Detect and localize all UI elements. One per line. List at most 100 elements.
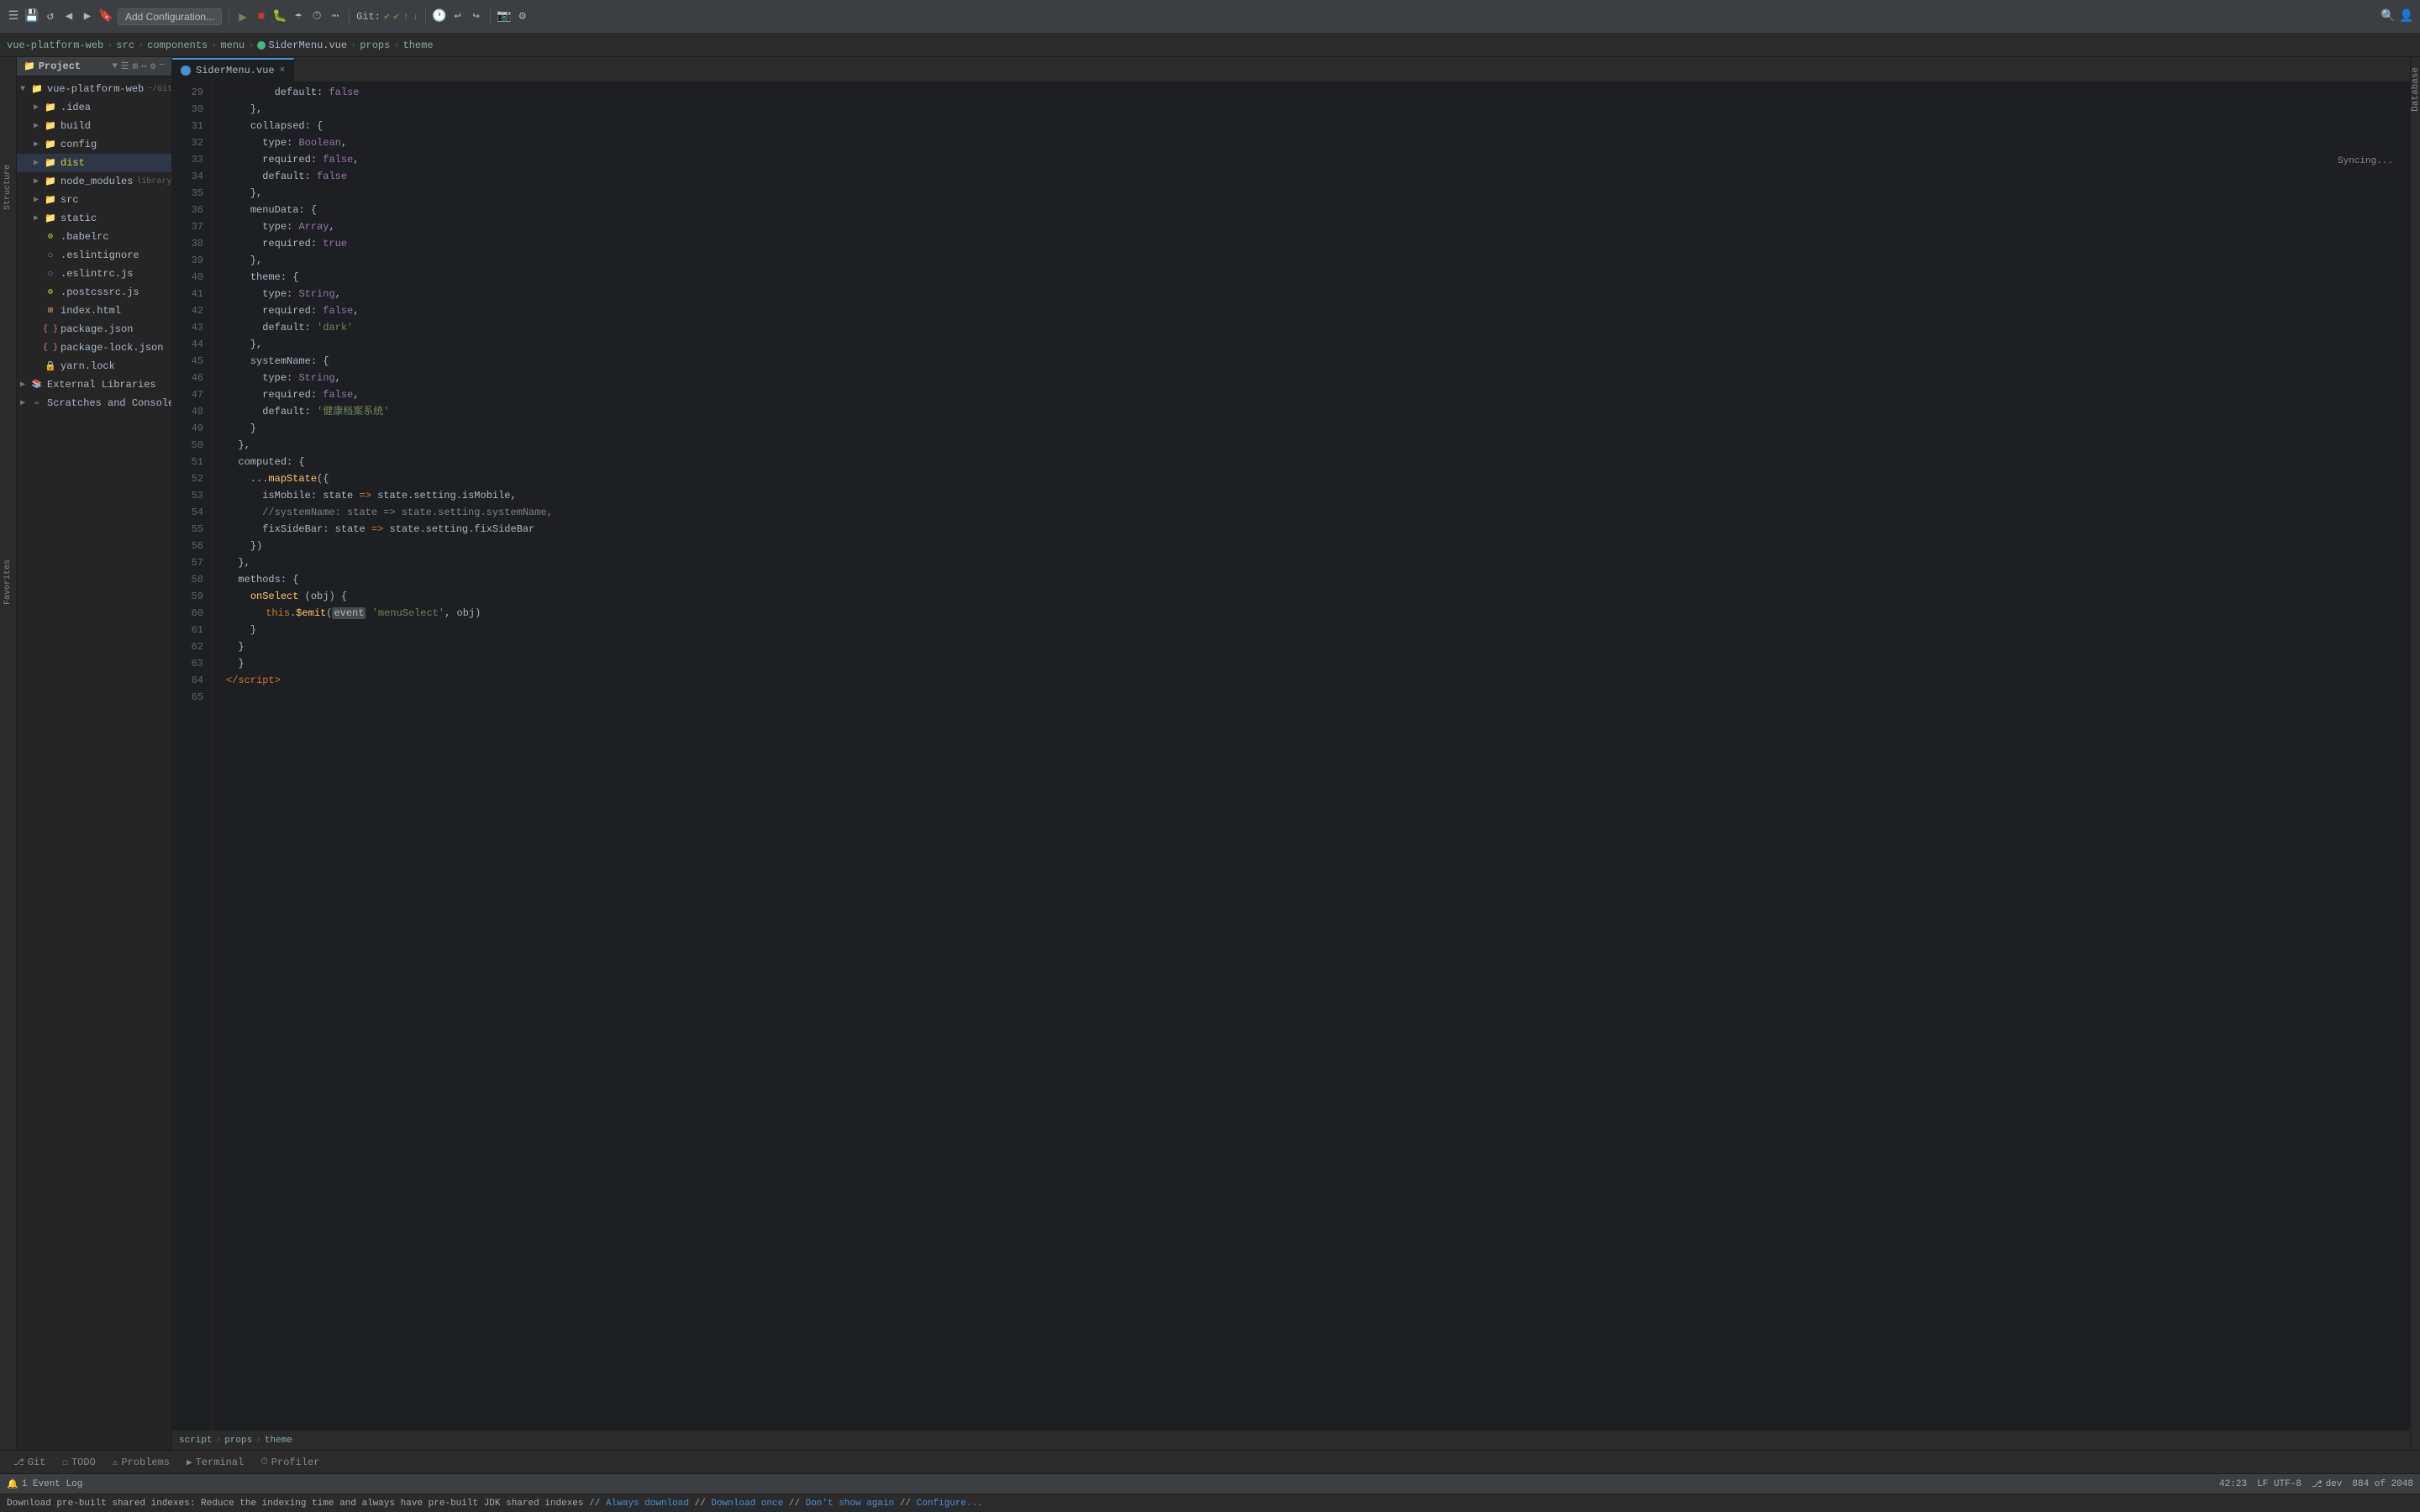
hamburger-icon[interactable]: ☰ xyxy=(7,10,20,24)
sidebar-tree-icon[interactable]: ⊞ xyxy=(133,60,139,72)
tree-build[interactable]: ▶ 📁 build xyxy=(17,117,171,135)
git-check4-icon[interactable]: ↓ xyxy=(413,11,418,23)
status-left: 🔔 1 Event Log xyxy=(7,1478,82,1490)
coverage-icon[interactable]: ☂ xyxy=(292,10,305,24)
code-63: } xyxy=(226,655,245,672)
col-info-item[interactable]: 884 of 2048 xyxy=(2352,1479,2413,1489)
sidebar-gear-icon[interactable]: ⚙ xyxy=(150,60,156,72)
ln-39: 39 xyxy=(172,252,203,269)
git-tab[interactable]: ⎇ Git xyxy=(7,1452,52,1473)
tree-node-modules[interactable]: ▶ 📁 node_modules library root xyxy=(17,172,171,191)
tree-dist[interactable]: ▶ 📁 dist xyxy=(17,154,171,172)
bookmark-icon[interactable]: 🔖 xyxy=(99,10,113,24)
profiler-tab-icon: ⏱ xyxy=(260,1457,268,1467)
revert-icon[interactable]: ↪ xyxy=(470,10,483,24)
always-download-link[interactable]: Always download xyxy=(606,1499,689,1509)
ln-41: 41 xyxy=(172,286,203,302)
eslintrc-label: .eslintrc.js xyxy=(60,268,133,280)
ln-58: 58 xyxy=(172,571,203,588)
add-config-button[interactable]: Add Configuration... xyxy=(118,8,222,25)
code-line-34: default: false xyxy=(226,168,2410,185)
tree-eslintrc[interactable]: ▶ ○ .eslintrc.js xyxy=(17,265,171,283)
terminal-tab[interactable]: ▶ Terminal xyxy=(180,1452,250,1473)
eslintignore-label: .eslintignore xyxy=(60,249,139,261)
camera-icon[interactable]: 📷 xyxy=(497,10,511,24)
syncing-label: Syncing... xyxy=(2338,156,2393,166)
back-icon[interactable]: ◀ xyxy=(62,10,76,24)
bottom-tabs: ⎇ Git ☐ TODO ⚠ Problems ▶ Terminal ⏱ Pro… xyxy=(0,1450,2420,1473)
ln-48: 48 xyxy=(172,403,203,420)
configure-link[interactable]: Configure... xyxy=(917,1499,983,1509)
git-check2-icon[interactable]: ✔ xyxy=(393,10,399,23)
line-col-item[interactable]: 42:23 xyxy=(2219,1479,2247,1489)
sidebar-minus-icon[interactable]: − xyxy=(159,60,165,72)
tree-postcssrc[interactable]: ▶ ⚙ .postcssrc.js xyxy=(17,283,171,302)
git-check1-icon[interactable]: ✔ xyxy=(384,10,390,23)
tree-root[interactable]: ▼ 📁 vue-platform-web ~/GitCode/health-pl… xyxy=(17,80,171,98)
scratches-label: Scratches and Consoles xyxy=(47,397,171,409)
code-line-37: type: Array, xyxy=(226,218,2410,235)
eslintrc-icon: ○ xyxy=(44,267,57,281)
file-tab-sidermenu[interactable]: SiderMenu.vue × xyxy=(172,58,294,81)
tree-babelrc[interactable]: ▶ ⚙ .babelrc xyxy=(17,228,171,246)
ebreadcrumb-theme[interactable]: theme xyxy=(265,1436,292,1446)
file-tab-close-icon[interactable]: × xyxy=(280,66,286,76)
status-right: 42:23 LF UTF-8 ⎇ dev 884 of 2048 xyxy=(2219,1478,2413,1490)
breadcrumb-part-props[interactable]: props xyxy=(360,39,390,51)
tree-packagelock[interactable]: ▶ { } package-lock.json xyxy=(17,339,171,357)
sidebar-compact-icon[interactable]: ☰ xyxy=(121,60,129,72)
sync-icon[interactable]: ↺ xyxy=(44,10,57,24)
event-log-item[interactable]: 🔔 1 Event Log xyxy=(7,1478,82,1490)
right-panel: Database xyxy=(2410,57,2420,1450)
branch-item[interactable]: ⎇ dev xyxy=(2312,1478,2343,1490)
tree-indexhtml[interactable]: ▶ ⊞ index.html xyxy=(17,302,171,320)
profiler-tab[interactable]: ⏱ Profiler xyxy=(254,1452,326,1473)
tree-external[interactable]: ▶ 📚 External Libraries xyxy=(17,375,171,394)
profile-icon[interactable]: ⏱ xyxy=(310,10,324,24)
breadcrumb-part-2[interactable]: components xyxy=(147,39,208,51)
tree-yarnlock[interactable]: ▶ 🔒 yarn.lock xyxy=(17,357,171,375)
undo-icon[interactable]: ↩ xyxy=(451,10,465,24)
search-icon[interactable]: 🔍 xyxy=(2381,10,2395,24)
ebreadcrumb-props[interactable]: props xyxy=(224,1436,252,1446)
ln-30: 30 xyxy=(172,101,203,118)
settings-icon[interactable]: ⚙ xyxy=(516,10,529,24)
code-40: theme: { xyxy=(226,269,298,286)
tree-eslintignore[interactable]: ▶ ○ .eslintignore xyxy=(17,246,171,265)
download-once-link[interactable]: Download once xyxy=(711,1499,783,1509)
database-label[interactable]: Database xyxy=(2409,60,2420,118)
sidebar-dots-icon[interactable]: ⋯ xyxy=(141,60,147,72)
favorites-vtab[interactable]: Favorites xyxy=(1,553,15,612)
encoding-item[interactable]: LF UTF-8 xyxy=(2257,1479,2302,1489)
more-run-icon[interactable]: ⋯ xyxy=(329,10,342,24)
root-git-path: ~/GitCode/health-platform/vu xyxy=(147,85,171,94)
dont-show-link[interactable]: Don't show again xyxy=(806,1499,895,1509)
user-icon[interactable]: 👤 xyxy=(2400,10,2413,24)
ebreadcrumb-script[interactable]: script xyxy=(179,1436,213,1446)
tree-src[interactable]: ▶ 📁 src xyxy=(17,191,171,209)
git-check3-icon[interactable]: ↑ xyxy=(402,11,408,23)
problems-tab[interactable]: ⚠ Problems xyxy=(106,1452,176,1473)
floppy-icon[interactable]: 💾 xyxy=(25,10,39,24)
todo-tab[interactable]: ☐ TODO xyxy=(55,1452,102,1473)
breadcrumb-part-theme[interactable]: theme xyxy=(403,39,434,51)
breadcrumb-part-0[interactable]: vue-platform-web xyxy=(7,39,103,51)
breadcrumb-file[interactable]: SiderMenu.vue xyxy=(257,39,347,51)
run-icon[interactable]: ▶ xyxy=(236,10,250,24)
tree-static[interactable]: ▶ 📁 static xyxy=(17,209,171,228)
debug-icon[interactable]: 🐛 xyxy=(273,10,287,24)
tree-scratches[interactable]: ▶ ✏ Scratches and Consoles xyxy=(17,394,171,412)
clock-icon[interactable]: 🕐 xyxy=(433,10,446,24)
line-col-label: 42:23 xyxy=(2219,1479,2247,1489)
ln-43: 43 xyxy=(172,319,203,336)
structure-vtab[interactable]: Structure xyxy=(1,158,15,217)
breadcrumb-part-1[interactable]: src xyxy=(116,39,134,51)
code-area[interactable]: default: false }, collapsed: { type: Boo… xyxy=(213,82,2410,1430)
tree-idea[interactable]: ▶ 📁 .idea xyxy=(17,98,171,117)
editor-content[interactable]: 29 30 31 32 33 34 35 36 37 38 39 40 41 4… xyxy=(172,82,2410,1430)
breadcrumb-part-3[interactable]: menu xyxy=(220,39,245,51)
tree-packagejson[interactable]: ▶ { } package.json xyxy=(17,320,171,339)
tree-config[interactable]: ▶ 📁 config xyxy=(17,135,171,154)
stop-icon[interactable]: ■ xyxy=(255,10,268,24)
forward-icon[interactable]: ▶ xyxy=(81,10,94,24)
